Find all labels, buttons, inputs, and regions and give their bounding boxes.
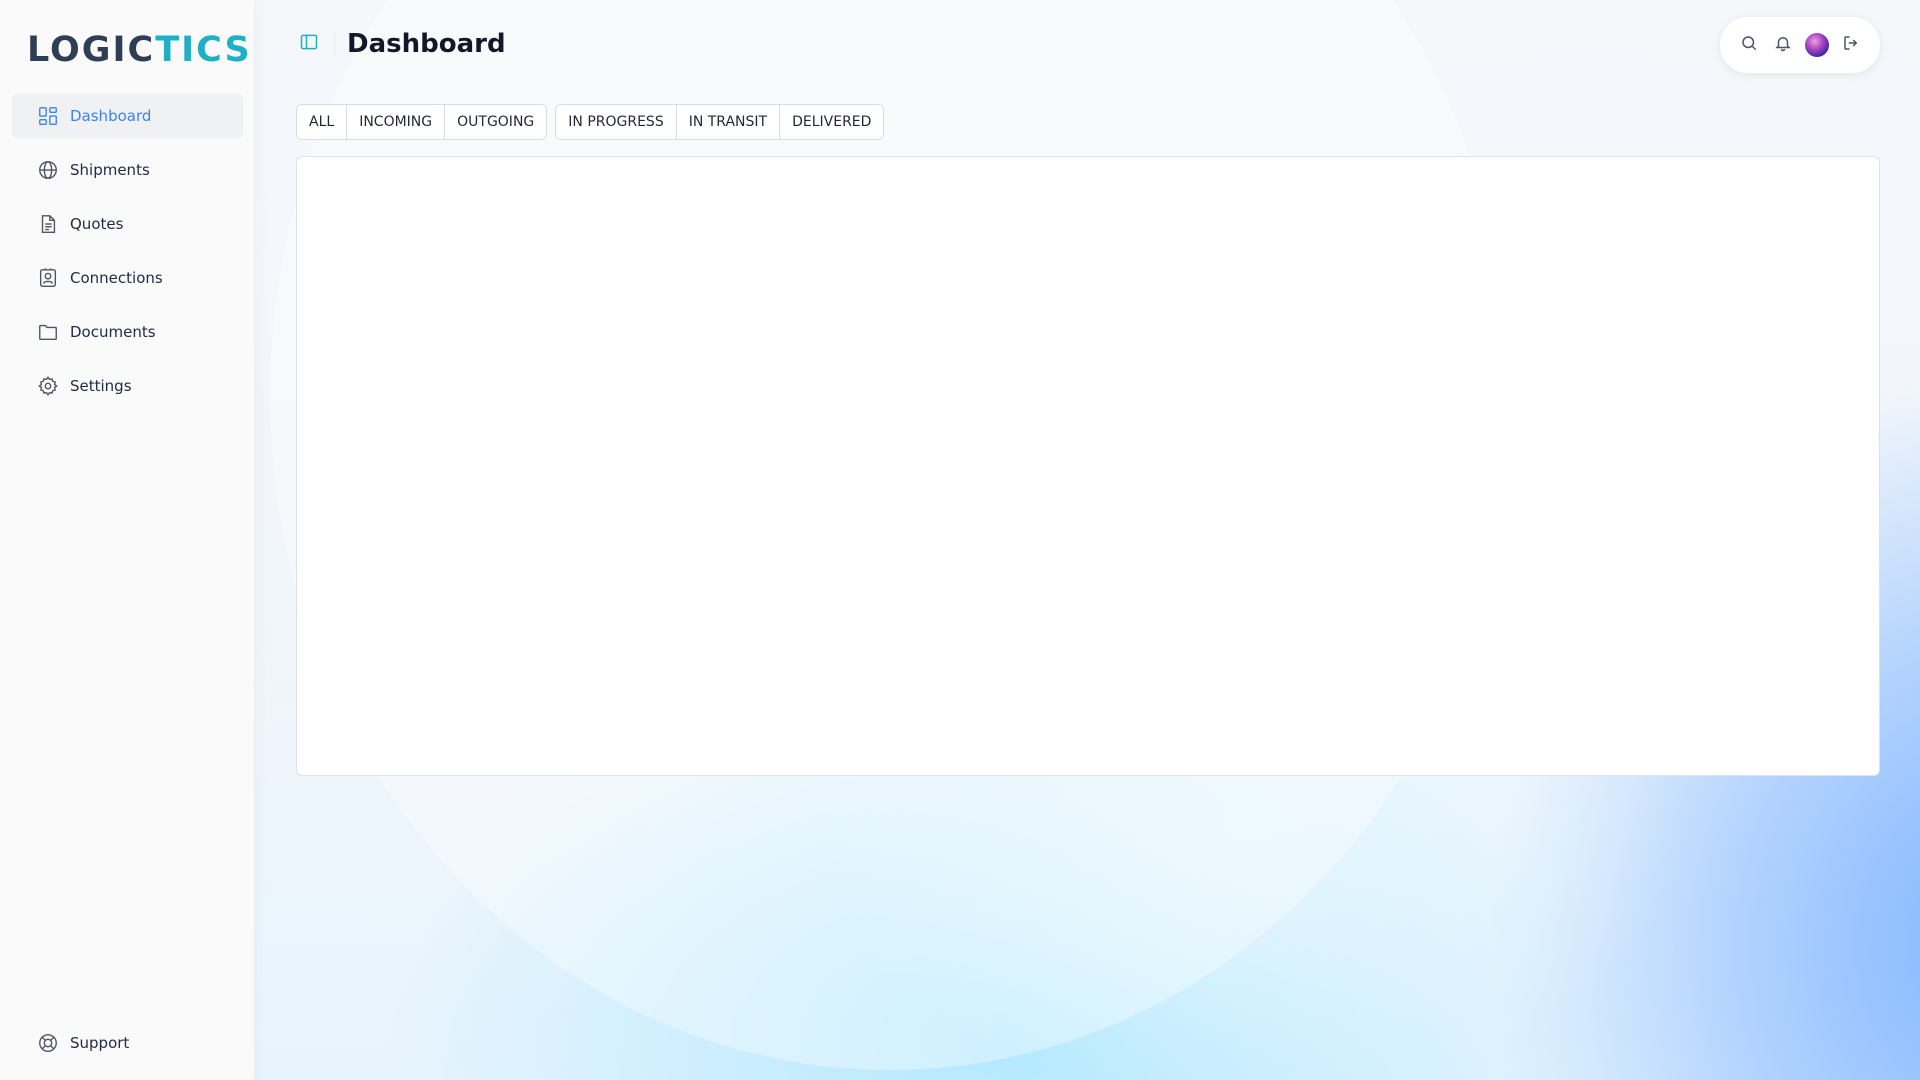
- sidebar-item-connections[interactable]: Connections: [12, 255, 243, 301]
- sidebar-item-label: Support: [70, 1034, 130, 1052]
- sidebar-item-shipments[interactable]: Shipments: [12, 147, 243, 193]
- direction-filter-group: ALL INCOMING OUTGOING: [296, 104, 548, 140]
- search-button[interactable]: [1737, 33, 1761, 57]
- filter-in-progress-button[interactable]: IN PROGRESS: [556, 105, 677, 139]
- sidebar-item-documents[interactable]: Documents: [12, 309, 243, 355]
- logo[interactable]: LOGICTICS: [27, 30, 252, 70]
- user-avatar-button[interactable]: [1805, 33, 1829, 57]
- dashboard-content-panel: [296, 156, 1880, 776]
- status-filter-group: IN PROGRESS IN TRANSIT DELIVERED: [555, 104, 885, 140]
- header-actions: [1720, 17, 1880, 73]
- logout-icon: [1842, 34, 1860, 56]
- filter-outgoing-button[interactable]: OUTGOING: [445, 105, 547, 139]
- gear-icon: [36, 374, 60, 398]
- page-title: Dashboard: [347, 29, 506, 59]
- globe-icon: [36, 158, 60, 182]
- filter-in-transit-button[interactable]: IN TRANSIT: [676, 105, 781, 139]
- notifications-button[interactable]: [1771, 33, 1795, 57]
- logout-button[interactable]: [1839, 33, 1863, 57]
- filter-all-button[interactable]: ALL: [297, 105, 348, 139]
- support-section: Support: [12, 1020, 243, 1074]
- sidebar-item-label: Documents: [70, 323, 156, 341]
- folder-icon: [36, 320, 60, 344]
- sidebar-item-label: Dashboard: [70, 107, 152, 125]
- sidebar-item-support[interactable]: Support: [12, 1020, 243, 1066]
- sidebar-item-label: Settings: [70, 377, 132, 395]
- header-divider: [334, 33, 335, 55]
- bell-icon: [1774, 34, 1792, 56]
- sidebar-item-dashboard[interactable]: Dashboard: [12, 93, 243, 139]
- sidebar: LOGICTICS Dashboard Shipments Quotes Con…: [0, 0, 255, 1080]
- sidebar-item-settings[interactable]: Settings: [12, 363, 243, 409]
- sidebar-toggle-button[interactable]: [296, 31, 322, 57]
- page-header: Dashboard: [296, 26, 506, 62]
- document-icon: [36, 212, 60, 236]
- sidebar-item-label: Connections: [70, 269, 163, 287]
- sidebar-item-label: Shipments: [70, 161, 150, 179]
- sidebar-nav: Dashboard Shipments Quotes Connections D…: [12, 93, 243, 417]
- lifebuoy-icon: [36, 1031, 60, 1055]
- sidebar-toggle-icon: [299, 32, 319, 56]
- search-icon: [1740, 34, 1758, 56]
- logo-text-accent: TICS: [155, 30, 252, 70]
- filter-delivered-button[interactable]: DELIVERED: [780, 105, 884, 139]
- dashboard-grid-icon: [36, 104, 60, 128]
- avatar: [1805, 33, 1829, 57]
- contact-card-icon: [36, 266, 60, 290]
- filter-incoming-button[interactable]: INCOMING: [347, 105, 446, 139]
- sidebar-item-quotes[interactable]: Quotes: [12, 201, 243, 247]
- sidebar-item-label: Quotes: [70, 215, 124, 233]
- shipment-filters: ALL INCOMING OUTGOING IN PROGRESS IN TRA…: [296, 104, 892, 140]
- logo-text-dark: LOGIC: [27, 30, 156, 70]
